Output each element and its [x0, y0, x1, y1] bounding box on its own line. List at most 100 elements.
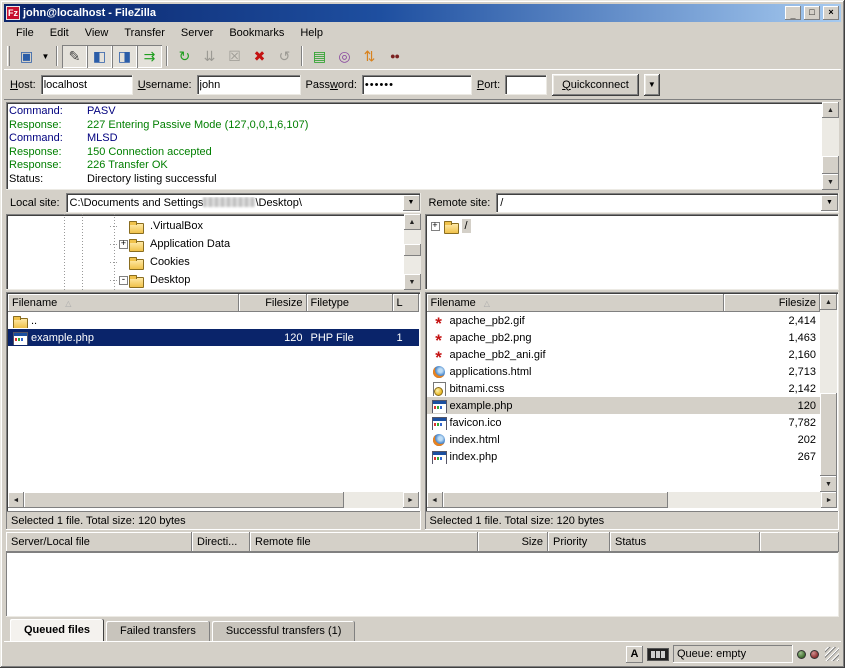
file-row[interactable]: favicon.ico 7,782: [427, 414, 821, 431]
filter-button[interactable]: ▤: [307, 45, 332, 68]
scroll-left-icon[interactable]: ◄: [427, 492, 443, 508]
toggle-queue-view-button[interactable]: ⇉: [137, 45, 162, 68]
queue-column-size[interactable]: Size: [478, 532, 548, 552]
quickconnect-dropdown[interactable]: ▼: [644, 74, 660, 96]
toggle-log-view-button[interactable]: ✎: [62, 45, 87, 68]
scroll-down-icon[interactable]: ▼: [822, 174, 839, 190]
file-row[interactable]: index.html 202: [427, 431, 821, 448]
port-input[interactable]: [505, 75, 547, 95]
column-header-filename[interactable]: Filename△: [8, 294, 239, 312]
quickconnect-bar: Host: Username: Password: Port: Quickcon…: [4, 70, 841, 100]
scrollbar-thumb[interactable]: [404, 244, 421, 256]
queue-column-status[interactable]: Status: [610, 532, 760, 552]
remote-v-scrollbar[interactable]: ▲ ▼: [820, 294, 837, 492]
app-icon[interactable]: Fz: [6, 6, 20, 20]
reconnect-button[interactable]: ↺: [272, 45, 297, 68]
scrollbar-thumb[interactable]: [822, 156, 839, 174]
cancel-operation-button[interactable]: ☒: [222, 45, 247, 68]
combo-dropdown-icon[interactable]: ▼: [821, 195, 838, 211]
column-header-filesize[interactable]: Filesize: [724, 294, 820, 312]
tree-item-virtualbox[interactable]: .VirtualBox: [6, 217, 404, 235]
combo-dropdown-icon[interactable]: ▼: [403, 195, 420, 211]
username-input[interactable]: [197, 75, 301, 95]
scroll-up-icon[interactable]: ▲: [404, 214, 421, 230]
encryption-indicator-icon[interactable]: [647, 648, 669, 661]
site-manager-dropdown[interactable]: ▼: [39, 45, 52, 68]
tab-failed-transfers[interactable]: Failed transfers: [106, 621, 210, 641]
file-row[interactable]: apache_pb2.gif 2,414: [427, 312, 821, 329]
tree-item-root[interactable]: + /: [425, 217, 840, 235]
refresh-button[interactable]: ↻: [172, 45, 197, 68]
local-site-combobox[interactable]: C:\Documents and Settings\Desktop\ ▼: [66, 193, 421, 213]
scroll-right-icon[interactable]: ►: [821, 492, 837, 508]
tree-item-application-data[interactable]: + Application Data: [6, 235, 404, 253]
scroll-right-icon[interactable]: ►: [403, 492, 419, 508]
data-type-ascii-icon[interactable]: A: [626, 646, 643, 663]
password-input[interactable]: [362, 75, 472, 95]
scroll-up-icon[interactable]: ▲: [822, 102, 839, 118]
file-row[interactable]: index.php 267: [427, 448, 821, 465]
file-row[interactable]: applications.html 2,713: [427, 363, 821, 380]
queue-column-priority[interactable]: Priority: [548, 532, 610, 552]
file-row[interactable]: apache_pb2_ani.gif 2,160: [427, 346, 821, 363]
scroll-down-icon[interactable]: ▼: [404, 274, 421, 290]
port-label: Port:: [477, 79, 500, 91]
maximize-button[interactable]: □: [804, 6, 820, 20]
host-input[interactable]: [41, 75, 133, 95]
menu-transfer[interactable]: Transfer: [116, 24, 173, 42]
scrollbar-thumb[interactable]: [443, 492, 669, 508]
column-header-modified[interactable]: L: [393, 294, 419, 312]
log-scrollbar[interactable]: ▲ ▼: [822, 102, 839, 190]
disconnect-icon: ✖: [254, 49, 266, 63]
file-icon: [431, 433, 447, 447]
menu-server[interactable]: Server: [173, 24, 221, 42]
toggle-local-tree-button[interactable]: ◧: [87, 45, 112, 68]
column-header-filename[interactable]: Filename△: [427, 294, 725, 312]
menu-file[interactable]: File: [8, 24, 42, 42]
file-row-example-php[interactable]: example.php 120: [427, 397, 821, 414]
expander-icon[interactable]: +: [119, 240, 128, 249]
scrollbar-thumb[interactable]: [24, 492, 344, 508]
column-header-filesize[interactable]: Filesize: [239, 294, 307, 312]
file-row[interactable]: apache_pb2.png 1,463: [427, 329, 821, 346]
file-row[interactable]: bitnami.css 2,142: [427, 380, 821, 397]
scroll-down-icon[interactable]: ▼: [820, 476, 837, 492]
tree-item-desktop[interactable]: - Desktop: [6, 271, 404, 289]
scroll-up-icon[interactable]: ▲: [820, 294, 837, 310]
tree-item-cookies[interactable]: Cookies: [6, 253, 404, 271]
cancel-icon: ☒: [228, 49, 241, 63]
scrollbar-thumb[interactable]: [820, 393, 837, 476]
local-rows: .. example.php 120 PHP File 1: [8, 312, 419, 492]
expander-icon[interactable]: -: [119, 276, 128, 285]
synchronized-browsing-button[interactable]: ⇅: [357, 45, 382, 68]
expander-icon[interactable]: +: [431, 222, 440, 231]
transfer-queue: Server/Local file Directi... Remote file…: [4, 530, 841, 641]
local-h-scrollbar[interactable]: ◄ ►: [8, 492, 419, 508]
file-row-example-php[interactable]: example.php 120 PHP File 1: [8, 329, 419, 346]
queue-column-server-local[interactable]: Server/Local file: [6, 532, 192, 552]
menu-edit[interactable]: Edit: [42, 24, 77, 42]
queue-column-remote-file[interactable]: Remote file: [250, 532, 478, 552]
process-queue-button[interactable]: ⇊: [197, 45, 222, 68]
remote-h-scrollbar[interactable]: ◄ ►: [427, 492, 838, 508]
disconnect-button[interactable]: ✖: [247, 45, 272, 68]
compare-directories-button[interactable]: ◎: [332, 45, 357, 68]
find-files-button[interactable]: ●●: [382, 45, 407, 68]
scroll-left-icon[interactable]: ◄: [8, 492, 24, 508]
close-button[interactable]: ×: [823, 6, 839, 20]
menu-view[interactable]: View: [77, 24, 117, 42]
remote-site-combobox[interactable]: / ▼: [496, 193, 839, 213]
file-row-parent-dir[interactable]: ..: [8, 312, 419, 329]
minimize-button[interactable]: _: [785, 6, 801, 20]
toggle-remote-tree-button[interactable]: ◨: [112, 45, 137, 68]
tab-queued-files[interactable]: Queued files: [10, 619, 104, 641]
menu-bookmarks[interactable]: Bookmarks: [221, 24, 292, 42]
site-manager-button[interactable]: ▣: [14, 45, 39, 68]
menu-help[interactable]: Help: [292, 24, 331, 42]
column-header-filetype[interactable]: Filetype: [307, 294, 393, 312]
queue-column-direction[interactable]: Directi...: [192, 532, 250, 552]
quickconnect-button[interactable]: Quickconnect: [552, 74, 639, 96]
resize-grip[interactable]: [825, 647, 839, 661]
tab-successful-transfers[interactable]: Successful transfers (1): [212, 621, 356, 641]
local-tree-scrollbar[interactable]: ▲ ▼: [404, 214, 421, 290]
